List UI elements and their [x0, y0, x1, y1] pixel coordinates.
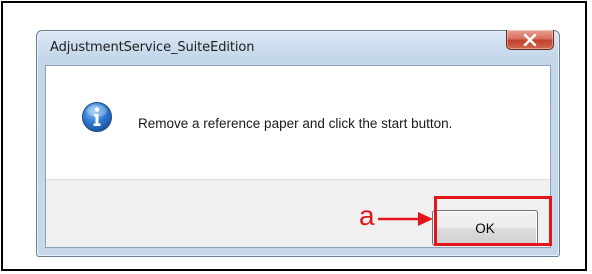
dialog-title: AdjustmentService_SuiteEdition — [50, 40, 255, 55]
annotation-arrow-icon — [378, 212, 433, 226]
message-area: Remove a reference paper and click the s… — [46, 66, 550, 179]
close-icon — [523, 33, 537, 46]
dialog-titlebar[interactable]: AdjustmentService_SuiteEdition — [37, 30, 559, 65]
figure-frame: AdjustmentService_SuiteEdition Remove a … — [1, 1, 587, 271]
dialog-message: Remove a reference paper and click the s… — [138, 116, 453, 131]
annotation-label: a — [359, 200, 375, 231]
close-button[interactable] — [506, 30, 554, 50]
information-icon — [82, 102, 112, 132]
annotation-highlight-box — [434, 196, 552, 246]
